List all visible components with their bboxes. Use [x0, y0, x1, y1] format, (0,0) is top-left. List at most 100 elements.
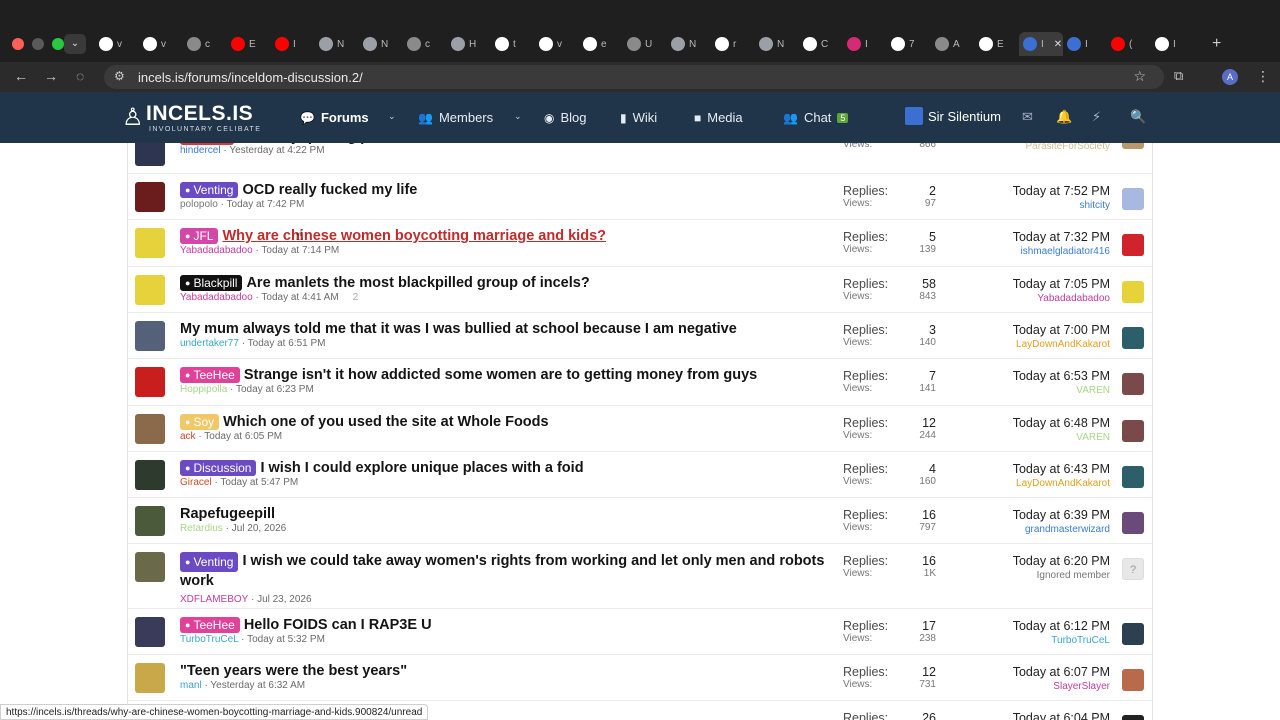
- last-post-time[interactable]: Today at 6:12 PM: [1013, 619, 1110, 633]
- last-post-time[interactable]: Today at 7:05 PM: [1013, 277, 1110, 291]
- last-poster-avatar[interactable]: ?: [1122, 558, 1144, 580]
- profile-avatar[interactable]: A: [1222, 69, 1238, 85]
- thread-date[interactable]: Yesterday at 6:32 AM: [210, 680, 305, 691]
- thread-author[interactable]: hindercel: [180, 145, 221, 156]
- last-post-user[interactable]: grandmasterwizard: [1013, 524, 1110, 535]
- last-post-user[interactable]: SlayerSlayer: [1013, 681, 1110, 692]
- thread-page-link[interactable]: 2: [353, 292, 359, 303]
- site-info-icon[interactable]: ⚙: [114, 69, 125, 83]
- browser-tab[interactable]: r: [711, 32, 755, 56]
- last-post-user[interactable]: TurboTruCeL: [1013, 635, 1110, 646]
- last-post-user[interactable]: shitcity: [1013, 200, 1110, 211]
- thread-prefix-badge[interactable]: ● Venting: [180, 182, 239, 198]
- avatar[interactable]: [135, 321, 165, 351]
- thread-author[interactable]: Hoppipolla: [180, 384, 227, 395]
- avatar[interactable]: [135, 275, 165, 305]
- address-bar[interactable]: ⚙ incels.is/forums/inceldom-discussion.2…: [104, 65, 1164, 89]
- last-post[interactable]: Today at 6:12 PM TurboTruCeL: [1013, 619, 1110, 646]
- nav-blog[interactable]: ◉ Blog: [544, 110, 587, 125]
- thread-title-link[interactable]: OCD really fucked my life: [242, 182, 417, 198]
- thread-prefix-badge[interactable]: ● JFL: [180, 228, 219, 244]
- avatar[interactable]: [135, 552, 165, 582]
- last-post-time[interactable]: Today at 7:00 PM: [1013, 323, 1110, 337]
- last-post-user[interactable]: LayDownAndKakarot: [1013, 478, 1110, 489]
- last-poster-avatar[interactable]: [1122, 715, 1144, 720]
- thread-author[interactable]: XDFLAMEBOY: [180, 594, 248, 605]
- thread-title-link[interactable]: Strange isn't it how addicted some women…: [244, 367, 757, 383]
- last-post-user[interactable]: VAREN: [1013, 432, 1110, 443]
- thread-author[interactable]: Yabadadabadoo: [180, 292, 253, 303]
- thread-prefix-badge[interactable]: ● Soy: [180, 414, 220, 430]
- avatar[interactable]: [135, 506, 165, 536]
- url-text[interactable]: incels.is/forums/inceldom-discussion.2/: [138, 70, 363, 85]
- thread-date[interactable]: Jul 23, 2026: [257, 594, 312, 605]
- last-poster-avatar[interactable]: [1122, 188, 1144, 210]
- thread-title-link[interactable]: I wish we could take away women's rights…: [180, 553, 824, 589]
- browser-tab[interactable]: (: [1107, 32, 1151, 56]
- thread-title-link[interactable]: Are manlets the most blackpilled group o…: [246, 275, 589, 291]
- browser-menu-icon[interactable]: ⋮: [1256, 68, 1270, 85]
- close-tab-icon[interactable]: ✕: [1054, 39, 1062, 50]
- thread-prefix-badge[interactable]: ● TeeHee: [180, 367, 240, 383]
- close-window-button[interactable]: [12, 38, 24, 50]
- last-post-time[interactable]: Today at 6:53 PM: [1013, 369, 1110, 383]
- search-icon[interactable]: 🔍: [1130, 109, 1146, 125]
- thread-prefix-badge[interactable]: ● Discussion: [180, 460, 257, 476]
- thread-date[interactable]: Jul 20, 2026: [232, 523, 287, 534]
- nav-members[interactable]: 👥 Members: [418, 110, 493, 125]
- last-post-user[interactable]: LayDownAndKakarot: [1013, 339, 1110, 350]
- avatar[interactable]: [135, 414, 165, 444]
- last-post[interactable]: Today at 6:53 PM VAREN: [1013, 369, 1110, 396]
- avatar[interactable]: [135, 663, 165, 693]
- site-logo[interactable]: ♙ INCELS.IS INVOLUNTARY CELIBATE: [120, 102, 261, 133]
- thread-date[interactable]: Today at 7:42 PM: [227, 199, 305, 210]
- tab-search-button[interactable]: ⌄: [64, 34, 86, 54]
- thread-date[interactable]: Today at 5:47 PM: [220, 477, 298, 488]
- last-poster-avatar[interactable]: [1122, 512, 1144, 534]
- thread-title-link[interactable]: Why are chinese women boycotting marriag…: [222, 228, 606, 244]
- browser-tab[interactable]: c: [403, 32, 447, 56]
- nav-wiki[interactable]: ▮ Wiki: [620, 110, 657, 125]
- last-post[interactable]: Today at 8:02 PMParasiteForSociety: [1013, 143, 1110, 152]
- browser-tab[interactable]: I: [271, 32, 315, 56]
- browser-tab[interactable]: I: [1063, 32, 1107, 56]
- thread-title-link[interactable]: "Teen years were the best years": [180, 663, 407, 679]
- browser-tab[interactable]: 7: [887, 32, 931, 56]
- browser-tab[interactable]: E: [227, 32, 271, 56]
- thread-date[interactable]: Today at 4:41 AM: [261, 292, 338, 303]
- browser-tab[interactable]: N: [315, 32, 359, 56]
- browser-tab[interactable]: I: [843, 32, 887, 56]
- back-arrow-icon[interactable]: ←: [14, 68, 28, 84]
- last-post-time[interactable]: Today at 6:39 PM: [1013, 508, 1110, 522]
- last-post[interactable]: Today at 6:20 PM Ignored member: [1013, 554, 1110, 581]
- avatar[interactable]: [135, 617, 165, 647]
- last-post[interactable]: Today at 6:04 PM: [1013, 711, 1110, 720]
- last-post-time[interactable]: Today at 6:20 PM: [1013, 554, 1110, 568]
- thread-author[interactable]: manl: [180, 680, 202, 691]
- thread-date[interactable]: Today at 6:05 PM: [204, 431, 282, 442]
- last-post-user[interactable]: ishmaelgladiator416: [1013, 246, 1110, 257]
- browser-tab[interactable]: v: [535, 32, 579, 56]
- browser-tab[interactable]: t: [491, 32, 535, 56]
- browser-tab[interactable]: N: [755, 32, 799, 56]
- last-post[interactable]: Today at 6:48 PM VAREN: [1013, 416, 1110, 443]
- minimize-window-button[interactable]: [32, 38, 44, 50]
- browser-tab[interactable]: e: [579, 32, 623, 56]
- last-post-user[interactable]: ParasiteForSociety: [1013, 143, 1110, 152]
- forward-arrow-icon[interactable]: →: [44, 68, 58, 84]
- thread-date[interactable]: Today at 5:32 PM: [247, 634, 325, 645]
- avatar[interactable]: [135, 228, 165, 258]
- last-post-time[interactable]: Today at 6:48 PM: [1013, 416, 1110, 430]
- last-post-time[interactable]: Today at 6:04 PM: [1013, 711, 1110, 720]
- thread-author[interactable]: undertaker77: [180, 338, 239, 349]
- user-menu[interactable]: Sir Silentium: [905, 107, 1001, 125]
- last-post[interactable]: Today at 7:00 PM LayDownAndKakarot: [1013, 323, 1110, 350]
- browser-tab[interactable]: C: [799, 32, 843, 56]
- last-post[interactable]: Today at 7:52 PM shitcity: [1013, 184, 1110, 211]
- members-chevron-down-icon[interactable]: ⌄: [514, 111, 522, 122]
- avatar[interactable]: [135, 460, 165, 490]
- browser-tab[interactable]: E: [975, 32, 1019, 56]
- thread-title-link[interactable]: My mum always told me that it was I was …: [180, 321, 737, 337]
- maximize-window-button[interactable]: [52, 38, 64, 50]
- last-post-time[interactable]: Today at 7:32 PM: [1013, 230, 1110, 244]
